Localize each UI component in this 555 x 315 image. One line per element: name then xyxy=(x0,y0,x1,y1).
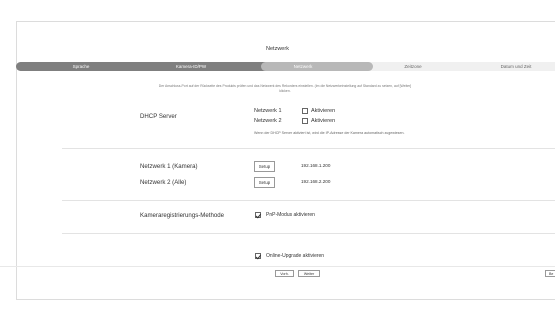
frame-bottom-border xyxy=(16,299,555,300)
setup-wizard-window: Netzwerk Sprache Kamera-ID/PW Netzwerk Z… xyxy=(0,0,555,315)
pnp-mode-checkbox[interactable] xyxy=(255,212,261,218)
network1-setup-button[interactable]: Setup xyxy=(254,161,275,172)
wizard-step-bar: Sprache Kamera-ID/PW Netzwerk Zeitzone D… xyxy=(16,62,555,71)
step-language[interactable]: Sprache xyxy=(61,64,101,69)
dhcp-network2-label: Netzwerk 2 xyxy=(254,118,282,124)
frame-top-border xyxy=(16,21,555,22)
dhcp-network2-enable-label[interactable]: Aktivieren xyxy=(311,118,335,124)
dhcp-network1-label: Netzwerk 1 xyxy=(254,108,282,114)
dhcp-network1-enable-label[interactable]: Aktivieren xyxy=(311,108,335,114)
pnp-mode-label[interactable]: PnP-Modus aktivieren xyxy=(266,212,315,218)
dhcp-network1-checkbox[interactable] xyxy=(302,108,308,114)
dhcp-server-label: DHCP Server xyxy=(140,113,177,120)
step-date-time: Datum und Zeit xyxy=(500,63,532,69)
camera-registration-label: Kameraregistrierungs-Methode xyxy=(140,212,224,219)
next-button[interactable]: Weiter xyxy=(298,270,320,277)
dhcp-network2-checkbox[interactable] xyxy=(302,118,308,124)
info-text-line-2: klicken. xyxy=(279,89,291,93)
back-button[interactable]: Vorh. xyxy=(275,270,294,277)
section-divider xyxy=(62,148,555,149)
section-divider xyxy=(62,233,555,234)
online-upgrade-checkbox[interactable] xyxy=(255,253,261,259)
info-text: Der Anschluss-Port auf der Rückseite des… xyxy=(130,84,440,94)
network2-ip-address: 192.168.2.200 xyxy=(301,179,331,184)
step-network[interactable]: Netzwerk xyxy=(278,64,328,69)
network2-setup-button[interactable]: Setup xyxy=(254,177,275,188)
network2-all-label: Netzwerk 2 (Alle) xyxy=(140,179,187,186)
online-upgrade-label[interactable]: Online-Upgrade aktivieren xyxy=(266,253,324,259)
dhcp-hint: Wenn der DHCP Server aktiviert ist, wird… xyxy=(254,131,405,135)
section-divider xyxy=(62,200,555,201)
wizard-title: Netzwerk xyxy=(266,46,289,52)
footer-divider xyxy=(0,266,555,267)
network1-camera-label: Netzwerk 1 (Kamera) xyxy=(140,163,198,170)
step-camera-id-pw[interactable]: Kamera-ID/PW xyxy=(166,64,216,69)
network1-ip-address: 192.168.1.200 xyxy=(301,163,331,168)
step-timezone: Zeitzone xyxy=(404,63,422,69)
finish-button[interactable]: Be xyxy=(545,270,555,277)
